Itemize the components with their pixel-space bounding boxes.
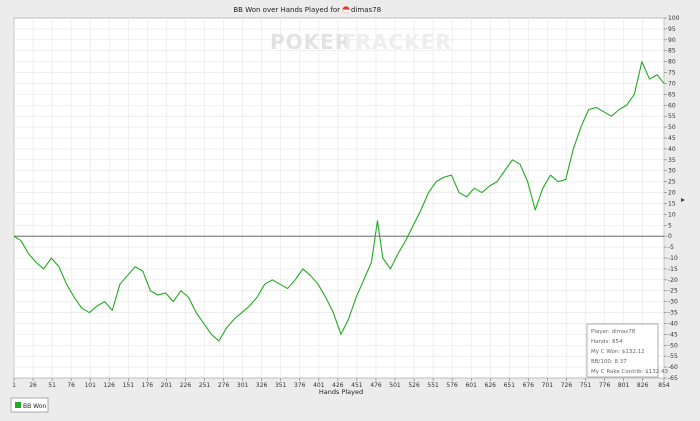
x-tick-label: 826 (637, 382, 649, 389)
x-tick-label: 126 (104, 382, 116, 389)
y-tick-label: -60 (668, 364, 678, 371)
y-tick-label: -65 (668, 375, 678, 382)
x-tick-label: 376 (294, 382, 306, 389)
y-tick-label: -20 (668, 277, 678, 284)
x-tick-label: 326 (256, 382, 268, 389)
x-tick-label: 626 (485, 382, 497, 389)
x-tick-label: 26 (29, 382, 37, 389)
x-tick-label: 176 (142, 382, 154, 389)
y-tick-label: -15 (668, 266, 678, 273)
x-tick-label: 576 (446, 382, 458, 389)
y-tick-label: 95 (668, 26, 676, 33)
legend-swatch (15, 402, 21, 408)
y-tick-label: -45 (668, 331, 678, 338)
legend-label: BB Won (23, 403, 46, 410)
x-tick-label: 651 (504, 382, 516, 389)
y-tick-label: 65 (668, 91, 676, 98)
x-tick-label: 301 (237, 382, 249, 389)
y-tick-label: 75 (668, 70, 676, 77)
chart-title-player: dimas78 (351, 6, 381, 14)
y-tick-label: 15 (668, 200, 676, 207)
watermark: POKER TRACKER (270, 30, 452, 54)
y-tick-label: -55 (668, 353, 678, 360)
x-tick-label: 51 (48, 382, 56, 389)
x-axis-label: Hands Played (319, 388, 363, 396)
y-tick-label: -10 (668, 255, 678, 262)
chart-title: BB Won over Hands Played for (233, 6, 340, 14)
chart-title-group: BB Won over Hands Played for dimas78 (233, 6, 381, 14)
stats-player: Player: dimas78 (591, 329, 636, 335)
y-tick-label: 100 (668, 15, 680, 22)
y-tick-label: -40 (668, 320, 678, 327)
y-tick-label: 20 (668, 190, 676, 197)
y-tick-label: -25 (668, 288, 678, 295)
y-tick-label: 0 (668, 233, 672, 240)
x-tick-label: 776 (599, 382, 611, 389)
y-tick-label: -35 (668, 310, 678, 317)
x-tick-label: 351 (275, 382, 287, 389)
x-tick-label: 601 (465, 382, 477, 389)
x-tick-label: 801 (618, 382, 630, 389)
y-tick-label: -30 (668, 299, 678, 306)
x-tick-label: 251 (199, 382, 211, 389)
x-tick-label: 751 (580, 382, 592, 389)
y-tick-label: 40 (668, 146, 676, 153)
x-tick-label: 101 (84, 382, 96, 389)
y-tick-label: 30 (668, 168, 676, 175)
watermark-tracker: TRACKER (341, 30, 452, 54)
y-tick-label: 50 (668, 124, 676, 131)
x-tick-label: 276 (218, 382, 230, 389)
x-tick-label: 1 (12, 382, 16, 389)
stats-rake: My C Rake Contrib: $132.43 (591, 369, 669, 375)
x-tick-label: 501 (389, 382, 401, 389)
x-tick-label: 726 (561, 382, 573, 389)
stats-won: My C Won: $132.12 (591, 349, 645, 355)
x-tick-label: 526 (408, 382, 420, 389)
y-tick-label: -50 (668, 342, 678, 349)
x-tick-label: 551 (427, 382, 439, 389)
y-tick-label: 5 (668, 222, 672, 229)
stats-hands: Hands: 854 (591, 339, 623, 345)
y-tick-label: 45 (668, 135, 676, 142)
y-tick-label: 35 (668, 157, 676, 164)
x-tick-label: 476 (370, 382, 382, 389)
y-tick-label: 25 (668, 179, 676, 186)
x-tick-label: 701 (542, 382, 554, 389)
y-tick-label: 90 (668, 37, 676, 44)
y-tick-label: 60 (668, 102, 676, 109)
x-tick-label: 76 (67, 382, 75, 389)
legend: BB Won (10, 397, 49, 413)
y-tick-label: 80 (668, 59, 676, 66)
stats-bb100: BB/100: 8.37 (591, 359, 627, 365)
y-tick-label: 55 (668, 113, 676, 120)
y-tick-label: 85 (668, 48, 676, 55)
x-tick-label: 854 (658, 382, 670, 389)
x-tick-label: 151 (123, 382, 135, 389)
chart: POKER TRACKER 1 26 51 76 101 126 151 176 201 226 2… (0, 0, 700, 421)
y-tick-label: 10 (668, 211, 676, 218)
x-tick-label: 226 (180, 382, 192, 389)
stats-box: Player: dimas78 Hands: 854 My C Won: $13… (586, 323, 669, 378)
x-tick-label: 676 (523, 382, 535, 389)
watermark-poker: POKER (270, 30, 351, 54)
y-tick-label: 70 (668, 80, 676, 87)
y-tick-label: -5 (668, 244, 674, 251)
x-tick-label: 201 (161, 382, 173, 389)
